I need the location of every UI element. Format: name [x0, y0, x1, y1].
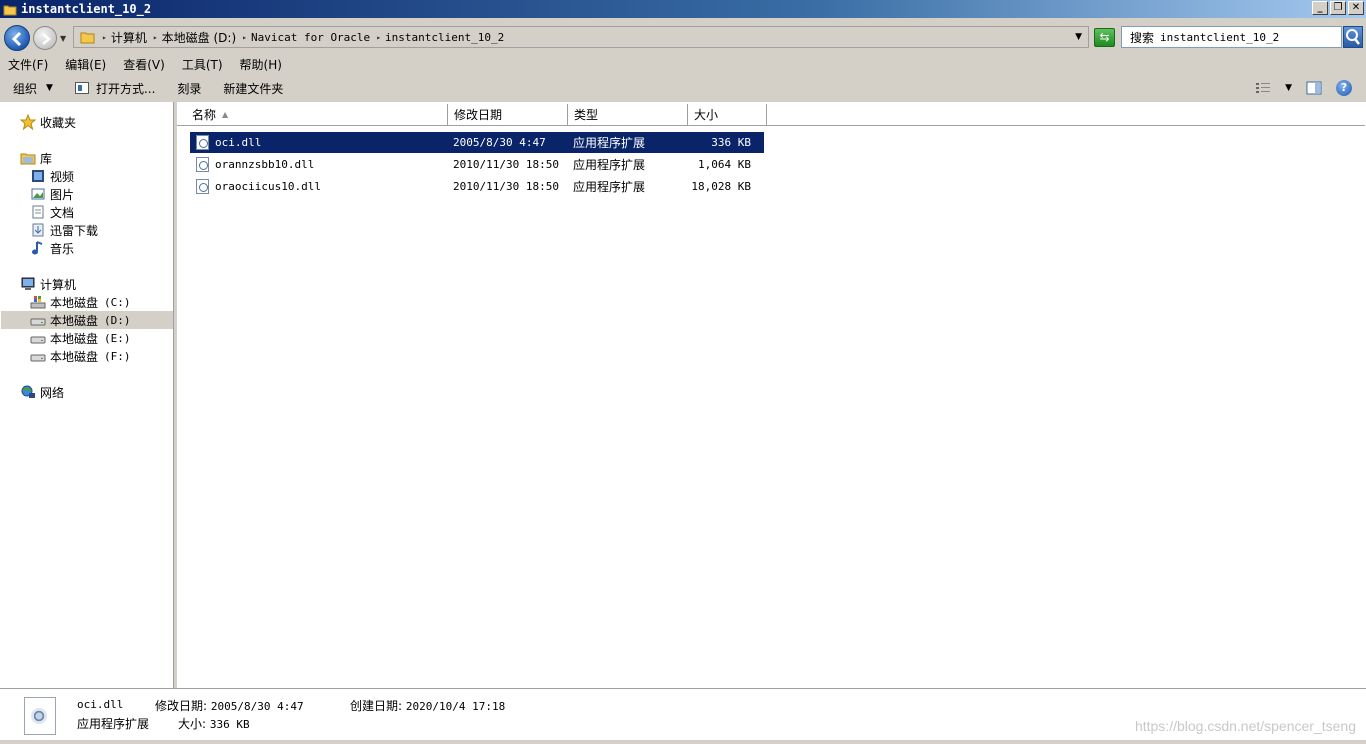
view-dropdown-icon[interactable]: ▼	[1285, 83, 1292, 93]
dll-file-icon	[196, 179, 209, 194]
search-label: 搜索	[1130, 30, 1155, 45]
open-with-icon	[74, 82, 89, 94]
details-pane: oci.dll 修改日期: 2005/8/30 4:47 创建日期: 2020/…	[0, 688, 1366, 744]
new-folder-button[interactable]: 新建文件夹	[223, 80, 283, 97]
menu-view[interactable]: 查看(V)	[123, 56, 165, 73]
dll-file-icon	[196, 157, 209, 172]
nav-music[interactable]: 音乐	[30, 239, 74, 257]
detail-created-value: 2020/10/4 17:18	[405, 700, 506, 713]
history-dropdown-icon[interactable]: ▼	[60, 34, 66, 43]
star-icon	[20, 114, 36, 130]
nav-favorites[interactable]: 收藏夹	[20, 113, 76, 131]
detail-file-type: 应用程序扩展	[77, 717, 150, 731]
search-icon	[1346, 29, 1360, 45]
nav-libraries[interactable]: 库	[20, 149, 52, 167]
nav-drive-e[interactable]: 本地磁盘 (E:)	[30, 329, 131, 347]
back-arrow-icon	[11, 31, 22, 47]
nav-thunder-downloads[interactable]: 迅雷下载	[30, 221, 98, 239]
menu-tools[interactable]: 工具(T)	[182, 56, 223, 73]
network-icon	[21, 385, 35, 398]
menu-edit[interactable]: 编辑(E)	[65, 56, 106, 73]
nav-drive-f[interactable]: 本地磁盘 (F:)	[30, 347, 131, 365]
forward-arrow-icon	[42, 33, 51, 45]
help-icon[interactable]: ?	[1336, 80, 1352, 96]
nav-network[interactable]: 网络	[20, 383, 64, 401]
bottom-border	[0, 740, 1366, 744]
address-row: ▼ ▸ 计算机 ▸ 本地磁盘 (D:) ▸ Navicat for Oracle ▸ i…	[0, 22, 1366, 52]
picture-icon	[31, 188, 45, 200]
breadcrumb-instantclient[interactable]: ▸ instantclient_10_2	[370, 31, 504, 44]
dll-file-large-icon	[24, 697, 56, 735]
window-title: instantclient_10_2	[21, 2, 152, 16]
forward-button[interactable]	[33, 26, 57, 50]
open-with-button[interactable]: 打开方式...	[74, 80, 155, 97]
folder-icon	[80, 32, 95, 44]
close-button[interactable]: ✕	[1348, 1, 1364, 15]
nav-drive-d[interactable]: 本地磁盘 (D:)	[1, 311, 173, 329]
column-header-size[interactable]: 大小	[688, 104, 767, 126]
column-header-type[interactable]: 类型	[568, 104, 688, 126]
chevron-down-icon: ▼	[46, 83, 53, 93]
view-options-icon[interactable]	[1255, 81, 1271, 95]
drive-icon	[30, 354, 46, 362]
table-row[interactable]: oraociicus10.dll 2010/11/30 18:50 应用程序扩展…	[190, 176, 764, 197]
dll-file-icon	[196, 135, 209, 150]
sort-ascending-icon: ▲	[222, 110, 229, 119]
video-icon	[32, 170, 44, 182]
music-icon	[32, 241, 43, 255]
refresh-button[interactable]: ⇆	[1094, 28, 1115, 47]
organize-button[interactable]: 组织 ▼	[13, 80, 53, 97]
breadcrumb-navicat[interactable]: ▸ Navicat for Oracle	[236, 31, 370, 44]
column-header-filler	[767, 104, 1365, 126]
breadcrumb-drive-d[interactable]: ▸ 本地磁盘 (D:)	[147, 29, 236, 46]
nav-videos[interactable]: 视频	[30, 167, 74, 185]
computer-icon	[21, 277, 35, 290]
back-button[interactable]	[4, 25, 30, 51]
column-header-date[interactable]: 修改日期	[448, 104, 568, 126]
file-list: 名称 ▲ 修改日期 类型 大小 oci.dll 2005/8/30 4:47 应用…	[177, 102, 1366, 688]
menu-file[interactable]: 文件(F)	[8, 56, 48, 73]
menu-bar: 文件(F) 编辑(E) 查看(V) 工具(T) 帮助(H)	[0, 54, 1366, 74]
nav-pictures[interactable]: 图片	[30, 185, 74, 203]
detail-size-label: 大小:	[178, 717, 207, 731]
breadcrumb-computer[interactable]: ▸ 计算机	[96, 29, 147, 46]
nav-drive-c[interactable]: 本地磁盘 (C:)	[30, 293, 131, 311]
folder-icon	[3, 5, 17, 15]
document-icon	[32, 205, 44, 219]
title-bar: instantclient_10_2 _ ❐ ✕	[0, 0, 1366, 18]
drive-icon	[30, 318, 46, 326]
library-icon	[20, 153, 36, 165]
drive-icon	[30, 336, 46, 344]
nav-computer[interactable]: 计算机	[20, 275, 76, 293]
burn-button[interactable]: 刻录	[177, 80, 201, 97]
download-folder-icon	[32, 223, 44, 237]
table-row[interactable]: oci.dll 2005/8/30 4:47 应用程序扩展 336 KB	[190, 132, 764, 153]
system-drive-icon	[30, 296, 46, 309]
watermark: https://blog.csdn.net/spencer_tseng	[1134, 718, 1356, 734]
table-row[interactable]: orannzsbb10.dll 2010/11/30 18:50 应用程序扩展 …	[190, 154, 764, 175]
detail-modified-label: 修改日期:	[155, 699, 208, 713]
menu-help[interactable]: 帮助(H)	[240, 56, 282, 73]
nav-documents[interactable]: 文档	[30, 203, 74, 221]
address-bar[interactable]: ▸ 计算机 ▸ 本地磁盘 (D:) ▸ Navicat for Oracle ▸ ins…	[73, 26, 1089, 48]
search-input[interactable]: 搜索 instantclient_10_2	[1121, 26, 1342, 48]
restore-button[interactable]: ❐	[1330, 1, 1346, 15]
search-button[interactable]	[1343, 26, 1363, 48]
navigation-pane: 收藏夹 库 视频 图片 文档 迅雷下载 音乐 计算机 本地磁盘 (C:) 本地磁…	[0, 102, 174, 688]
preview-pane-icon[interactable]	[1306, 81, 1322, 95]
detail-size-value: 336 KB	[209, 718, 250, 731]
detail-modified-value: 2005/8/30 4:47	[210, 700, 304, 713]
detail-file-name: oci.dll	[77, 698, 124, 711]
address-dropdown-icon[interactable]: ▼	[1075, 32, 1082, 42]
toolbar: 组织 ▼ 打开方式... 刻录 新建文件夹	[0, 76, 1366, 100]
minimize-button[interactable]: _	[1312, 1, 1328, 15]
column-header-name[interactable]: 名称 ▲	[177, 104, 448, 126]
search-query: instantclient_10_2	[1160, 30, 1280, 44]
detail-created-label: 创建日期:	[350, 699, 403, 713]
